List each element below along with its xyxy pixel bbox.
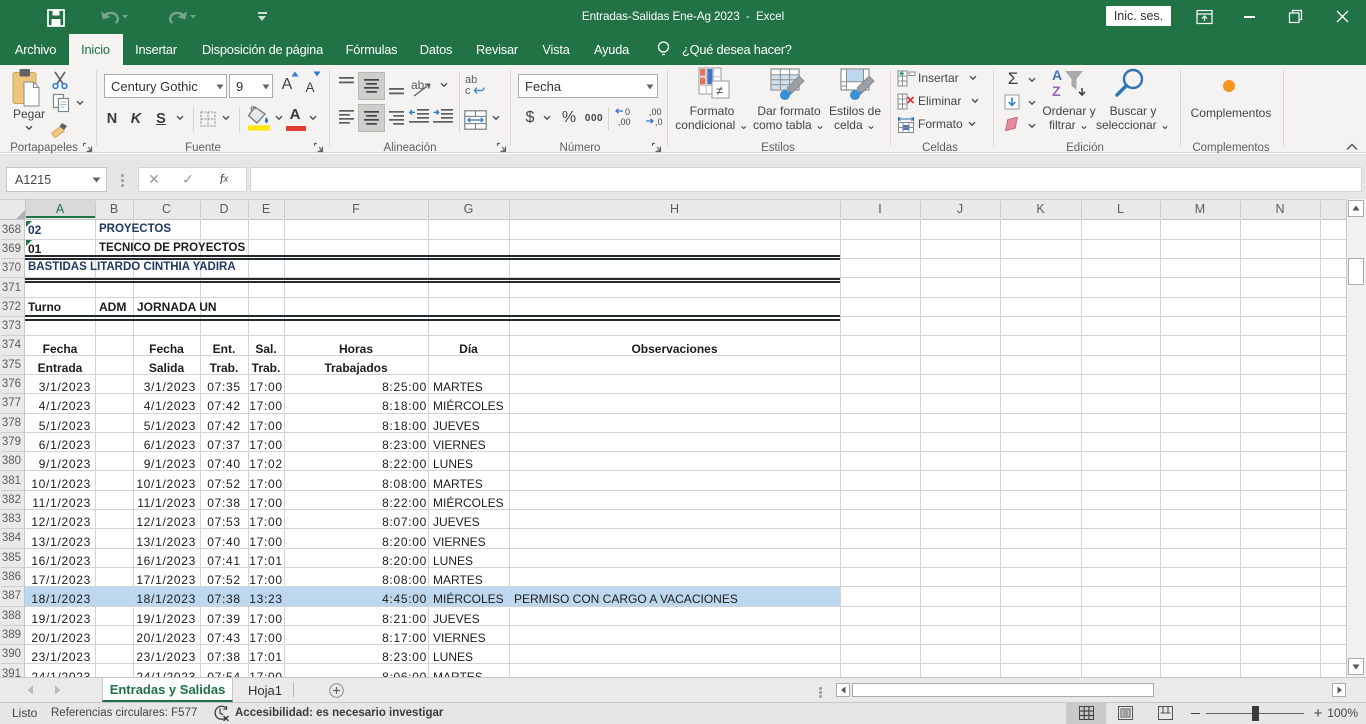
svg-text:≠: ≠ xyxy=(716,83,723,98)
svg-text:c: c xyxy=(465,85,471,97)
svg-text:,00: ,00 xyxy=(618,117,631,127)
svg-text:0: 0 xyxy=(625,107,630,117)
svg-text:Z: Z xyxy=(1052,83,1061,99)
svg-text:A: A xyxy=(1052,67,1062,83)
